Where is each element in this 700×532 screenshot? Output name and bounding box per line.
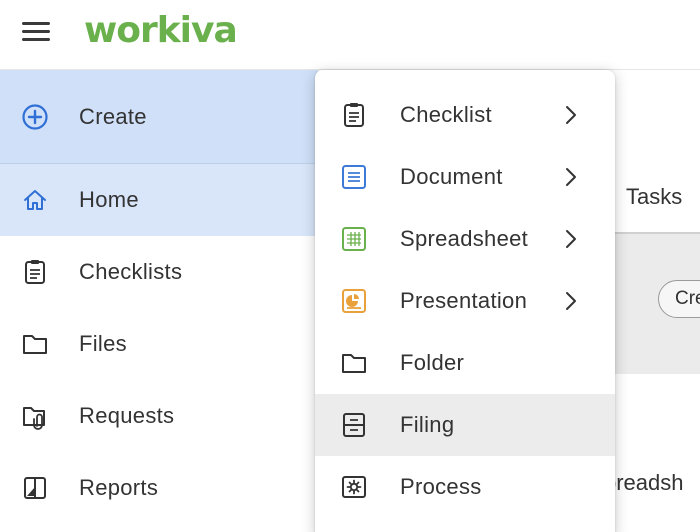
top-bar: workiva xyxy=(0,0,700,70)
menu-item-label: Document xyxy=(400,164,503,189)
menu-item-label: Presentation xyxy=(400,288,528,313)
menu-item-filing[interactable]: Filing xyxy=(315,394,615,456)
sidebar-item-label: Requests xyxy=(79,403,175,428)
sidebar: Create Home Checklists Files Requests Re… xyxy=(0,70,318,532)
tab-tasks[interactable]: Tasks xyxy=(626,184,682,210)
checklist-icon xyxy=(20,257,50,287)
menu-item-label: Folder xyxy=(400,350,465,375)
sidebar-item-label: Home xyxy=(79,187,139,212)
create-menu: Checklist Document Spreadsheet Presentat… xyxy=(315,70,615,532)
sidebar-item-create[interactable]: Create xyxy=(0,70,318,164)
home-icon xyxy=(20,185,50,215)
menu-item-label: Filing xyxy=(400,412,455,437)
menu-item-spreadsheet[interactable]: Spreadsheet xyxy=(315,208,615,270)
menu-item-process[interactable]: Process xyxy=(315,456,615,518)
chevron-right-icon xyxy=(563,290,579,312)
sidebar-item-home[interactable]: Home xyxy=(0,164,318,236)
presentation-icon xyxy=(341,286,367,316)
menu-item-presentation[interactable]: Presentation xyxy=(315,270,615,332)
sidebar-item-label: Files xyxy=(79,331,127,356)
document-icon xyxy=(341,162,367,192)
menu-item-label: Process xyxy=(400,474,482,499)
sidebar-item-label: Reports xyxy=(79,475,159,500)
partial-item-text: preadsh xyxy=(604,470,684,495)
folder-icon xyxy=(341,348,367,378)
menu-item-checklist[interactable]: Checklist xyxy=(315,84,615,146)
folder-icon xyxy=(20,329,50,359)
menu-item-folder[interactable]: Folder xyxy=(315,332,615,394)
sidebar-item-requests[interactable]: Requests xyxy=(0,380,318,452)
workiva-logo[interactable]: workiva xyxy=(84,10,238,51)
menu-item-label: Checklist xyxy=(400,102,492,127)
spreadsheet-icon xyxy=(341,224,367,254)
create-pill-button[interactable]: Cre xyxy=(658,280,700,318)
request-attachment-icon xyxy=(20,401,50,431)
report-icon xyxy=(20,473,50,503)
plus-circle-icon xyxy=(20,102,50,132)
sidebar-item-label: Checklists xyxy=(79,259,183,284)
chevron-right-icon xyxy=(563,166,579,188)
checklist-icon xyxy=(341,100,367,130)
menu-item-label: Spreadsheet xyxy=(400,226,529,251)
sidebar-item-files[interactable]: Files xyxy=(0,308,318,380)
chevron-right-icon xyxy=(563,104,579,126)
menu-item-document[interactable]: Document xyxy=(315,146,615,208)
process-gear-icon xyxy=(341,472,367,502)
sidebar-item-checklists[interactable]: Checklists xyxy=(0,236,318,308)
chevron-right-icon xyxy=(563,228,579,250)
sidebar-item-label: Create xyxy=(79,103,147,129)
sidebar-item-reports[interactable]: Reports xyxy=(0,452,318,524)
menu-icon[interactable] xyxy=(20,19,52,45)
filing-icon xyxy=(341,410,367,440)
